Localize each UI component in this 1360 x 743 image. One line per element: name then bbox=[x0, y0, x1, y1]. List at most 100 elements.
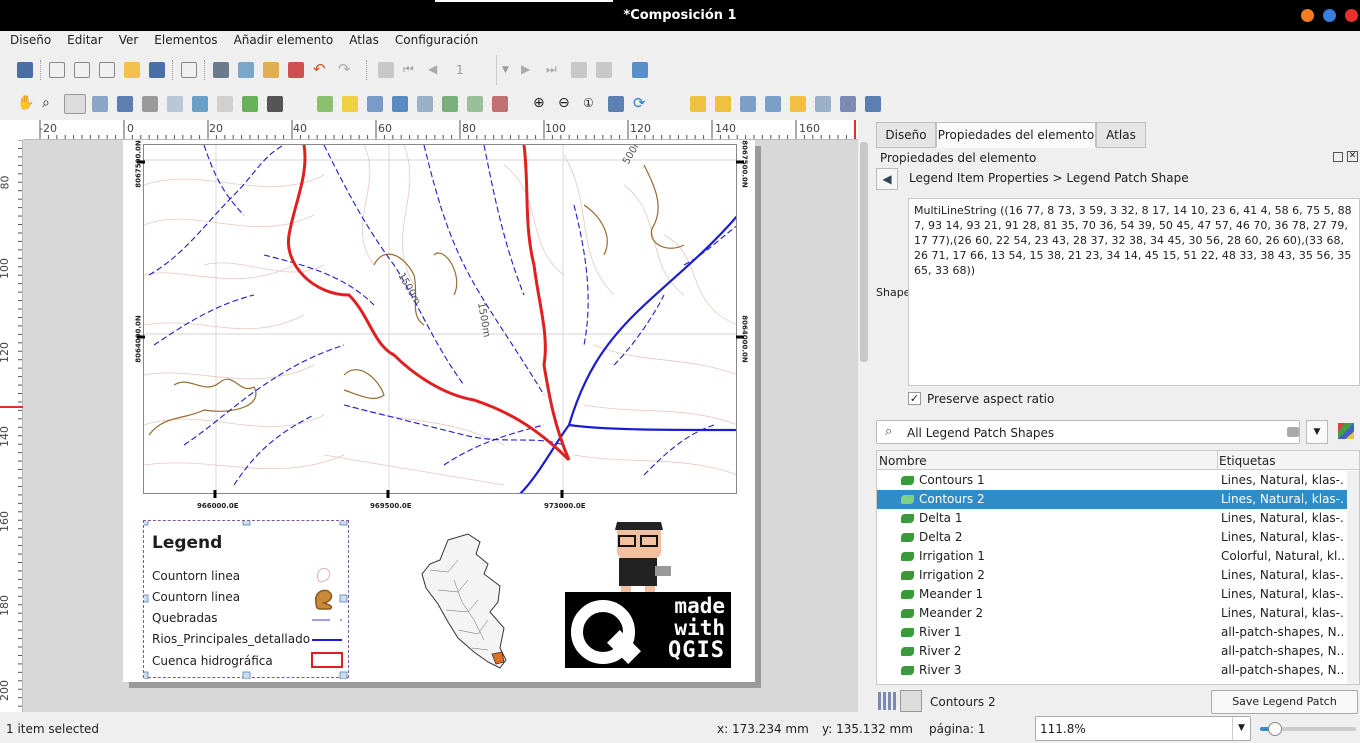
lower-item-icon[interactable] bbox=[715, 96, 731, 112]
export-image-icon[interactable] bbox=[238, 62, 254, 78]
zoom-dropdown-arrow[interactable]: ▼ bbox=[1232, 717, 1250, 740]
next-feature-icon[interactable]: ▶ bbox=[521, 62, 537, 78]
zoom-combobox[interactable]: 111.8% ▼ bbox=[1035, 716, 1251, 741]
select-tool-icon[interactable] bbox=[64, 94, 86, 114]
undo-icon[interactable]: ↶ bbox=[313, 62, 329, 78]
raise-item-icon[interactable] bbox=[690, 96, 706, 112]
atlas-print-icon[interactable] bbox=[571, 62, 587, 78]
save-icon[interactable] bbox=[17, 62, 33, 78]
pan-icon[interactable]: ✋ bbox=[17, 96, 34, 112]
shape-text-editor[interactable]: MultiLineString ((16 77, 8 73, 3 59, 3 3… bbox=[908, 198, 1360, 386]
duplicate-layout-icon[interactable] bbox=[74, 62, 90, 78]
menu-configuracion[interactable]: Configuración bbox=[387, 31, 486, 51]
list-item[interactable]: Contours 1 Lines, Natural, klas-... bbox=[877, 471, 1359, 490]
zoom-in-icon[interactable]: ⊕ bbox=[533, 96, 549, 112]
atlas-settings-icon[interactable] bbox=[632, 62, 648, 78]
minimize-button[interactable] bbox=[1301, 9, 1314, 22]
add-node-item-icon[interactable] bbox=[392, 96, 408, 112]
zoom-out-icon[interactable]: ⊖ bbox=[558, 96, 574, 112]
page-setup-icon[interactable] bbox=[181, 62, 197, 78]
move-content-icon[interactable] bbox=[92, 96, 108, 112]
atlas-preview-icon[interactable] bbox=[378, 62, 394, 78]
style-manager-icon[interactable] bbox=[1338, 423, 1354, 439]
search-dropdown-button[interactable]: ▼ bbox=[1306, 420, 1328, 444]
maximize-button[interactable] bbox=[1323, 9, 1336, 22]
print-icon[interactable] bbox=[213, 62, 229, 78]
patch-shape-list[interactable]: Nombre Etiquetas Contours 1 Lines, Natura… bbox=[876, 450, 1360, 685]
list-item[interactable]: Contours 2 Lines, Natural, klas-... bbox=[877, 490, 1359, 509]
column-etiquetas[interactable]: Etiquetas bbox=[1219, 454, 1276, 468]
save-patch-shape-button[interactable]: Save Legend Patch Shape... bbox=[1211, 690, 1358, 730]
layout-manager-icon[interactable] bbox=[99, 62, 115, 78]
add-legend-icon[interactable] bbox=[242, 96, 258, 112]
column-nombre[interactable]: Nombre bbox=[879, 454, 927, 468]
add-scalebar-icon[interactable] bbox=[267, 96, 283, 112]
add-map-icon[interactable] bbox=[167, 96, 183, 112]
clear-search-icon[interactable] bbox=[1287, 427, 1299, 437]
redo-icon[interactable]: ↷ bbox=[338, 62, 354, 78]
lock-icon[interactable] bbox=[865, 96, 881, 112]
add-picture-icon[interactable] bbox=[192, 96, 208, 112]
menu-diseno[interactable]: Diseño bbox=[2, 31, 59, 51]
add-marker-icon[interactable] bbox=[342, 96, 358, 112]
new-layout-icon[interactable] bbox=[49, 62, 65, 78]
last-feature-icon[interactable]: ⏭ bbox=[546, 62, 562, 78]
list-item[interactable]: Irrigation 2 Lines, Natural, klas-... bbox=[877, 566, 1359, 585]
add-elevation-profile-icon[interactable] bbox=[492, 96, 508, 112]
resize-icon[interactable] bbox=[840, 96, 856, 112]
align-icon[interactable] bbox=[790, 96, 806, 112]
list-item[interactable]: Delta 1 Lines, Natural, klas-... bbox=[877, 509, 1359, 528]
canvas-scroll-thumb[interactable] bbox=[860, 142, 868, 362]
menu-ver[interactable]: Ver bbox=[111, 31, 147, 51]
list-item[interactable]: River 3 all-patch-shapes, N... bbox=[877, 661, 1359, 680]
add-html-icon[interactable] bbox=[417, 96, 433, 112]
peru-inset-map[interactable] bbox=[418, 530, 518, 670]
list-item[interactable]: Irrigation 1 Colorful, Natural, kl... bbox=[877, 547, 1359, 566]
made-with-qgis-logo[interactable]: made with QGIS bbox=[565, 592, 731, 668]
menu-elementos[interactable]: Elementos bbox=[146, 31, 225, 51]
list-view-button[interactable] bbox=[900, 690, 922, 712]
list-item[interactable]: Delta 2 Lines, Natural, klas-... bbox=[877, 528, 1359, 547]
list-scrollbar[interactable] bbox=[1347, 471, 1359, 684]
zoom-slider-handle[interactable] bbox=[1268, 722, 1282, 736]
open-folder-icon[interactable] bbox=[124, 62, 140, 78]
add-fixed-table-icon[interactable] bbox=[467, 96, 483, 112]
canvas-vertical-scrollbar[interactable] bbox=[858, 140, 870, 712]
menu-anadir-elemento[interactable]: Añadir elemento bbox=[226, 31, 342, 51]
legend-item[interactable]: Legend Countorn linea Countorn linea Que… bbox=[143, 520, 349, 679]
group-items-icon[interactable] bbox=[740, 96, 756, 112]
add-label-icon[interactable] bbox=[217, 96, 233, 112]
close-panel-icon[interactable]: ✕ bbox=[1347, 151, 1358, 162]
zoom-full-icon[interactable] bbox=[608, 96, 624, 112]
menu-editar[interactable]: Editar bbox=[59, 31, 111, 51]
close-button[interactable] bbox=[1345, 9, 1358, 22]
back-button[interactable]: ◀ bbox=[876, 168, 898, 190]
export-svg-icon[interactable] bbox=[263, 62, 279, 78]
tab-diseno[interactable]: Diseño bbox=[876, 122, 936, 148]
preserve-aspect-checkbox[interactable]: ✓ bbox=[908, 392, 921, 405]
export-pdf-icon[interactable] bbox=[288, 62, 304, 78]
zoom-tool-icon[interactable]: ⌕ bbox=[42, 96, 58, 112]
tab-atlas[interactable]: Atlas bbox=[1096, 122, 1146, 148]
list-item[interactable]: River 1 all-patch-shapes, N... bbox=[877, 623, 1359, 642]
atlas-page-arrow[interactable]: ▼ bbox=[496, 55, 514, 85]
zoom-slider[interactable] bbox=[1260, 722, 1356, 736]
shape-search-field[interactable]: ⌕ All Legend Patch Shapes bbox=[876, 420, 1300, 444]
first-feature-icon[interactable]: ⏮ bbox=[403, 62, 419, 78]
list-item[interactable]: Meander 2 Lines, Natural, klas-... bbox=[877, 604, 1359, 623]
zoom-actual-icon[interactable]: ① bbox=[583, 96, 599, 112]
distribute-icon[interactable] bbox=[815, 96, 831, 112]
add-shape-icon[interactable] bbox=[317, 96, 333, 112]
float-panel-icon[interactable] bbox=[1333, 152, 1343, 162]
ungroup-items-icon[interactable] bbox=[765, 96, 781, 112]
list-item[interactable]: Meander 1 Lines, Natural, klas-... bbox=[877, 585, 1359, 604]
previous-feature-icon[interactable]: ◀ bbox=[428, 62, 444, 78]
menu-atlas[interactable]: Atlas bbox=[341, 31, 387, 51]
save-template-icon[interactable] bbox=[149, 62, 165, 78]
mascot-image[interactable] bbox=[605, 520, 675, 598]
tab-propiedades-elemento[interactable]: Propiedades del elemento bbox=[936, 122, 1096, 148]
icon-view-button[interactable] bbox=[878, 692, 896, 710]
refresh-icon[interactable]: ⟳ bbox=[633, 96, 649, 112]
atlas-export-icon[interactable] bbox=[596, 62, 612, 78]
add-attribute-table-icon[interactable] bbox=[442, 96, 458, 112]
